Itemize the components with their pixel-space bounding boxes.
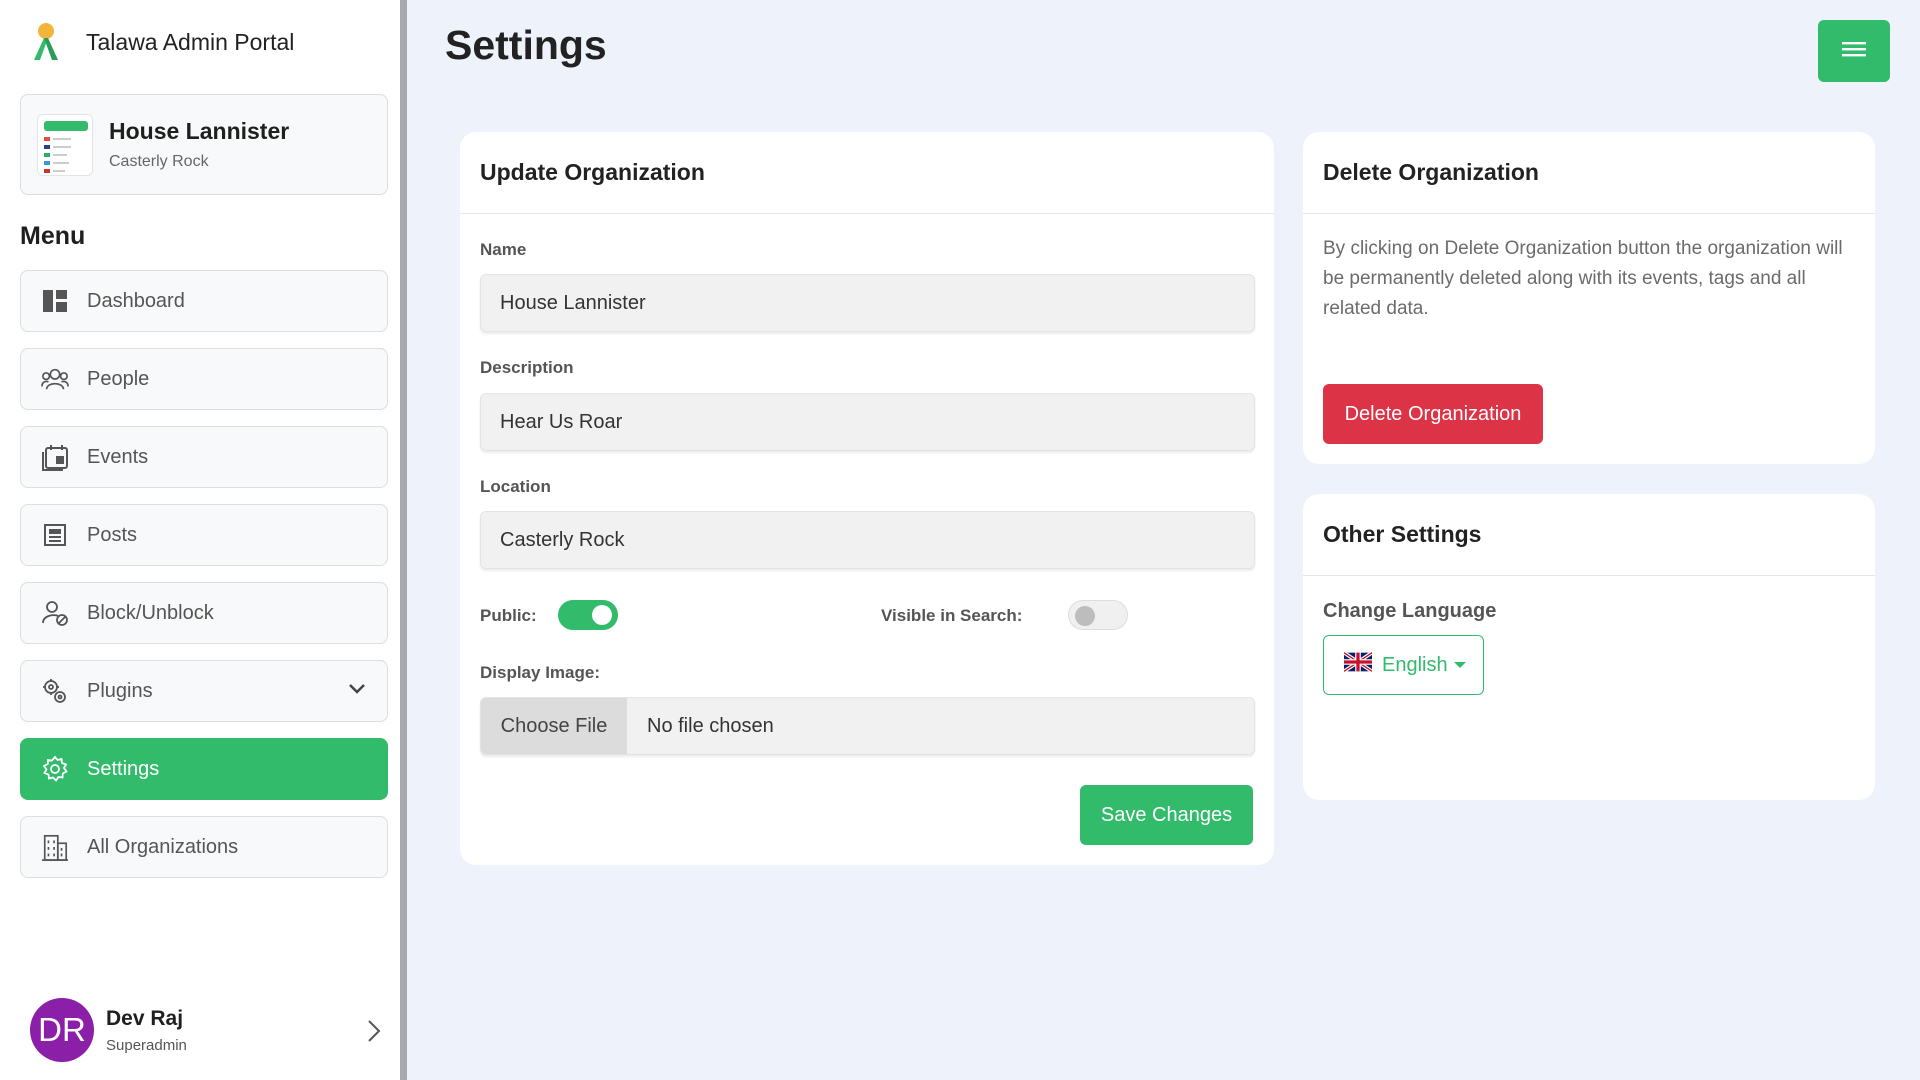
plugins-icon xyxy=(41,677,69,705)
chevron-right-icon[interactable] xyxy=(366,1018,382,1049)
visible-in-search-toggle[interactable] xyxy=(1068,600,1128,630)
uk-flag-icon xyxy=(1342,651,1374,678)
sidebar-item-all-organizations[interactable]: All Organizations xyxy=(20,816,388,878)
organization-avatar xyxy=(37,113,93,176)
sidebar-item-label: Dashboard xyxy=(87,289,185,312)
sidebar-item-label: All Organizations xyxy=(87,835,239,858)
organization-card[interactable]: House Lannister Casterly Rock xyxy=(20,94,388,195)
sidebar-item-label: Events xyxy=(87,445,149,468)
page-title: Settings xyxy=(445,22,607,68)
name-label: Name xyxy=(480,240,527,259)
block-user-icon xyxy=(41,599,69,627)
delete-organization-card: Delete Organization By clicking on Delet… xyxy=(1303,132,1875,464)
public-toggle[interactable] xyxy=(558,600,618,630)
user-role: Superadmin xyxy=(106,1036,187,1054)
display-image-label: Display Image: xyxy=(480,663,600,682)
people-icon xyxy=(41,365,69,393)
sidebar-item-label: Posts xyxy=(87,523,138,546)
avatar: DR xyxy=(30,998,94,1062)
sidebar-nav: Dashboard People Events Posts Block/Unbl… xyxy=(20,270,388,894)
location-input[interactable]: Casterly Rock xyxy=(480,511,1255,569)
sidebar-item-label: Plugins xyxy=(87,679,153,702)
sidebar-item-plugins[interactable]: Plugins xyxy=(20,660,388,722)
language-value: English xyxy=(1382,653,1448,676)
hamburger-icon xyxy=(1842,40,1866,63)
menu-toggle-button[interactable] xyxy=(1818,20,1890,82)
save-changes-button[interactable]: Save Changes xyxy=(1080,785,1253,845)
posts-icon xyxy=(41,521,69,549)
events-icon xyxy=(41,443,69,471)
user-profile[interactable]: DR Dev Raj Superadmin xyxy=(30,998,390,1062)
sidebar-item-settings[interactable]: Settings xyxy=(20,738,388,800)
user-name: Dev Raj xyxy=(106,1006,184,1030)
menu-title: Menu xyxy=(20,222,86,250)
update-organization-card: Update Organization Name House Lannister… xyxy=(460,132,1274,865)
sidebar-item-label: People xyxy=(87,367,150,390)
file-status-text: No file chosen xyxy=(647,714,774,737)
delete-organization-description: By clicking on Delete Organization butto… xyxy=(1323,238,1843,319)
delete-organization-button[interactable]: Delete Organization xyxy=(1323,384,1543,444)
language-dropdown[interactable]: English xyxy=(1323,635,1484,695)
toggle-knob xyxy=(1075,606,1095,626)
description-input[interactable]: Hear Us Roar xyxy=(480,393,1255,451)
dashboard-icon xyxy=(41,287,69,315)
change-language-label: Change Language xyxy=(1323,600,1497,622)
brand: Talawa Admin Portal xyxy=(28,22,294,62)
other-settings-card: Other Settings Change Language English xyxy=(1303,494,1875,800)
delete-organization-heading: Delete Organization xyxy=(1303,132,1875,214)
talawa-logo-icon xyxy=(28,22,64,62)
description-label: Description xyxy=(480,358,574,377)
sidebar-item-posts[interactable]: Posts xyxy=(20,504,388,566)
organization-name: House Lannister xyxy=(109,118,290,144)
sidebar-item-block-unblock[interactable]: Block/Unblock xyxy=(20,582,388,644)
building-icon xyxy=(41,833,69,861)
sidebar-item-people[interactable]: People xyxy=(20,348,388,410)
display-image-input[interactable]: Choose File No file chosen xyxy=(480,697,1255,755)
other-settings-heading: Other Settings xyxy=(1303,494,1875,576)
chevron-down-icon[interactable] xyxy=(347,679,367,702)
location-label: Location xyxy=(480,477,551,496)
sidebar-item-label: Settings xyxy=(87,757,160,780)
public-label: Public: xyxy=(480,606,537,625)
sidebar-item-label: Block/Unblock xyxy=(87,601,214,624)
toggle-knob xyxy=(592,605,612,625)
sidebar: Talawa Admin Portal House Lannister Cast… xyxy=(0,0,407,1080)
organization-location: Casterly Rock xyxy=(109,153,209,170)
sidebar-item-dashboard[interactable]: Dashboard xyxy=(20,270,388,332)
toggles-row: Public: Visible in Search: xyxy=(480,598,1255,632)
visible-in-search-label: Visible in Search: xyxy=(881,606,1023,625)
gear-icon xyxy=(41,755,69,783)
caret-down-icon xyxy=(1453,662,1466,668)
app-title: Talawa Admin Portal xyxy=(86,28,295,55)
choose-file-button[interactable]: Choose File xyxy=(481,698,627,754)
update-organization-heading: Update Organization xyxy=(460,132,1274,214)
name-input[interactable]: House Lannister xyxy=(480,274,1255,332)
sidebar-item-events[interactable]: Events xyxy=(20,426,388,488)
